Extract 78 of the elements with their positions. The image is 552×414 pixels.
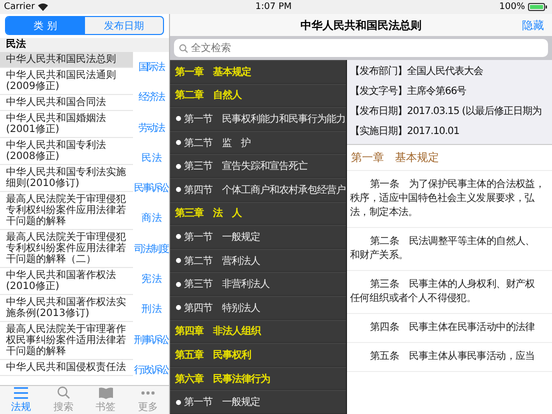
bullet-icon [176,116,181,122]
index-link[interactable]: 宪 法 [142,272,160,286]
law-list-item[interactable]: 中华人民共和国民法通则(2009修正) [0,68,133,95]
carrier-label: Carrier [4,2,35,12]
section-header: 民法 [0,38,169,52]
law-list-item[interactable]: 中华人民共和国著作权法(2010修正) [0,268,133,295]
list-icon [13,386,30,398]
law-list-item[interactable]: 中华人民共和国专利法实施细则(2010修订) [0,165,133,192]
law-list-item[interactable]: 中华人民共和国著作权法实施条例(2013修订) [0,295,133,322]
section-label: 第二节 监 护 [184,136,250,150]
law-list-item[interactable]: 中华人民共和国专利法(2008修正) [0,138,133,165]
outline-section[interactable]: 第二节 营利法人 [170,248,346,272]
article-paragraph: 第一条 为了保护民事主体的合法权益， 秩序，适应中国特色社会主义发展要求，弘 法，制定本法。 [347,171,552,228]
law-list-item[interactable]: 最高人民法院关于审理侵犯专利权纠纷案件应用法律若干问题的解释（二） [0,230,133,268]
law-info-line: 【发布日期】2017.03.15 (以最后修正日期为 [349,104,542,119]
bullet-icon [176,305,181,310]
outline-chapter[interactable]: 第六章 民事法律行为 [170,366,346,390]
outline-chapter[interactable]: 第二章 自然人 [170,84,346,108]
battery-icon [528,3,548,11]
index-link[interactable]: 民 法 [142,150,160,165]
index-link[interactable]: 国际法 [138,60,164,74]
law-list-item[interactable]: 中华人民共和国民法总则 [0,52,133,68]
article-paragraph: 第三条 民事主体的人身权利、财产权 任何组织或者个人不得侵犯。 [347,271,552,314]
law-info-line: 【实施日期】2017.10.01 [349,124,460,139]
outline-chapter[interactable]: 第三章 法 人 [170,202,346,226]
outline-section[interactable]: 第三节 非营利法人 [170,272,346,296]
article-paragraph: 第五条 民事主体从事民事活动，应当 [347,343,552,372]
bullet-icon [176,400,181,405]
index-link[interactable]: 行政诉讼 [134,362,168,377]
bullet-icon [176,282,181,287]
index-link[interactable]: 经济法 [138,90,164,104]
index-link[interactable]: 刑事诉讼 [134,332,168,347]
section-label: 第三节 非营利法人 [184,278,270,292]
index-link[interactable]: 民事诉讼 [134,181,168,196]
wifi-icon [38,3,48,11]
outline-chapter[interactable]: 第四章 非法人组织 [170,320,346,344]
bullet-icon [176,258,181,264]
index-link[interactable]: 劳动法 [138,120,164,135]
outline-section[interactable]: 第一节 民事权利能力和民事行为能力 [170,107,346,131]
bullet-icon [176,187,181,192]
bullet-icon [176,140,181,146]
outline-section[interactable]: 第三节 宣告失踪和宣告死亡 [170,154,346,178]
outline-chapter[interactable]: 第一章 基本规定 [170,60,346,84]
bullet-icon [176,164,181,169]
law-list-item[interactable]: 最高人民法院关于审理侵犯专利权纠纷案件应用法律若干问题的解释 [0,192,133,230]
chapter-heading: 第一章 基本规定 [347,145,552,171]
section-label: 第一节 一般规定 [184,230,260,244]
outline-section[interactable]: 第一节 一般规定 [170,390,346,414]
law-info-line: 【发文字号】主席令第66号 [349,84,468,99]
section-label: 第二节 营利法人 [184,254,260,268]
section-label: 第三节 宣告失踪和宣告死亡 [184,160,308,174]
index-link[interactable]: 刑 法 [142,302,160,316]
law-list-item[interactable]: 中华人民共和国合同法 [0,95,133,111]
bullet-icon [176,234,181,240]
search-field[interactable]: 全文检索 [174,39,548,57]
outline-section[interactable]: 第四节 特别法人 [170,296,346,320]
status-time: 1:07 PM [255,2,292,12]
outline-section[interactable]: 第一节 一般规定 [170,225,346,249]
section-label: 第四节 个体工商户和农村承包经营户 [184,184,346,197]
law-list-item[interactable]: 中华人民共和国侵权责任法 [0,360,133,376]
section-label: 第一节 民事权利能力和民事行为能力 [184,112,346,126]
article-paragraph: 第二条 民法调整平等主体的自然人、 和财产关系。 [347,228,552,271]
section-label: 第一节 一般规定 [184,396,260,410]
book-icon [98,386,114,398]
law-list-item[interactable]: 中华人民共和国婚姻法(2001修正) [0,111,133,138]
outline-section[interactable]: 第二节 监 护 [170,130,346,154]
search-icon [56,386,70,399]
section-label: 第四节 特别法人 [184,302,260,315]
index-link[interactable]: 司法制度 [134,242,168,256]
outline-chapter[interactable]: 第五章 民事权利 [170,343,346,367]
article-paragraph: 第四条 民事主体在民事活动中的法律 [347,314,552,343]
outline-section[interactable]: 第四节 个体工商户和农村承包经营户 [170,178,346,202]
index-link[interactable]: 商 法 [142,211,160,226]
battery-percent: 100% [499,2,525,12]
law-info-line: 【发布部门】全国人民代表大会 [349,64,484,79]
nav-title: 中华人民共和国民法总则 [300,18,422,32]
law-list-item[interactable]: 最高人民法院关于审理著作权民事纠纷案件适用法律若干问题的解释 [0,322,133,360]
segment-tab[interactable]: 类 别 [6,17,84,34]
